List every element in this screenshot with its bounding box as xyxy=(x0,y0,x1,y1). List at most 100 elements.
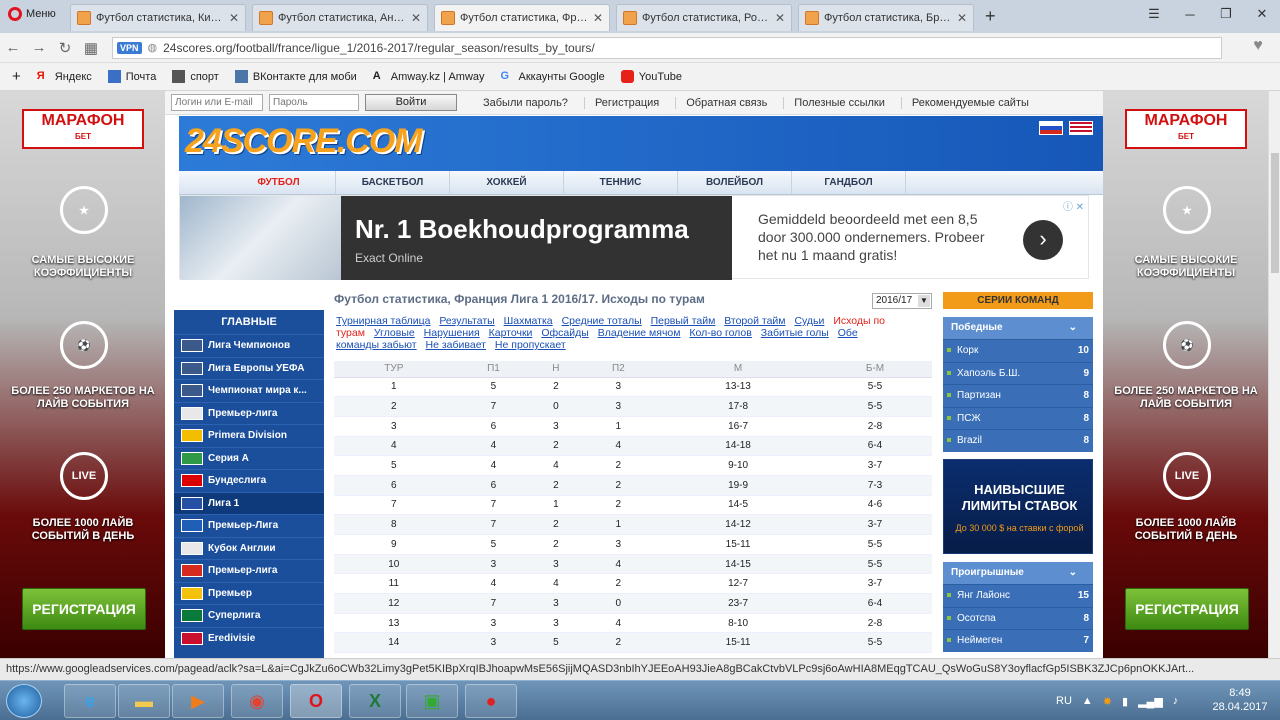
stats-link[interactable]: Не пропускает xyxy=(495,339,566,351)
close-tab-icon[interactable]: ✕ xyxy=(411,11,421,25)
close-tab-icon[interactable]: ✕ xyxy=(957,11,967,25)
team-series-item[interactable]: Партизан 8 xyxy=(943,384,1093,407)
stats-link[interactable]: Нарушения xyxy=(424,327,480,339)
right-side-ad[interactable]: МАРАФОН БЕТ ★ САМЫЕ ВЫСОКИЕ КОЭФФИЦИЕНТЫ … xyxy=(1103,91,1268,658)
browser-tab[interactable]: Футбол статистика, Росси ✕ xyxy=(616,4,792,31)
browser-tab-active[interactable]: Футбол статистика, Франц ✕ xyxy=(434,4,610,31)
team-series-item[interactable]: Янг Лайонс 15 xyxy=(943,584,1093,607)
start-button[interactable] xyxy=(6,684,42,718)
stats-link[interactable]: Забитые голы xyxy=(761,327,829,339)
browser-tab[interactable]: Футбол статистика, Китай ✕ xyxy=(70,4,246,31)
password-input[interactable] xyxy=(269,94,359,111)
new-tab-plus-icon[interactable]: + xyxy=(985,6,996,27)
app-icon[interactable]: ▣ xyxy=(406,684,458,718)
back-arrow-icon[interactable]: ← xyxy=(0,39,26,56)
russian-flag-icon[interactable] xyxy=(1039,121,1063,135)
ie-icon[interactable]: e xyxy=(64,684,116,718)
team-series-item[interactable]: Корк 10 xyxy=(943,339,1093,362)
sport-tab-handball[interactable]: ГАНДБОЛ xyxy=(792,171,906,194)
ad-info-icon[interactable]: ⓘ ✕ xyxy=(1063,198,1084,213)
stats-link[interactable]: Второй тайм xyxy=(724,315,785,327)
column-header[interactable]: П2 xyxy=(578,361,659,378)
league-menu-item[interactable]: Кубок Англии xyxy=(174,536,324,560)
opera-icon[interactable]: O xyxy=(290,684,342,718)
league-menu-item[interactable]: Суперлига xyxy=(174,604,324,627)
stats-link[interactable]: Владение мячом xyxy=(598,327,681,339)
useful-links-link[interactable]: Полезные ссылки xyxy=(783,96,895,109)
display-ad[interactable]: Nr. 1 Boekhoudprogramma Exact Online Gem… xyxy=(179,195,1089,280)
close-tab-icon[interactable]: ✕ xyxy=(775,11,785,25)
season-select[interactable]: 2016/17 ▼ xyxy=(872,293,932,309)
scrollbar-thumb[interactable] xyxy=(1271,153,1279,273)
site-logo[interactable]: 24SCORE.COM xyxy=(185,122,422,161)
close-tab-icon[interactable]: ✕ xyxy=(229,11,239,25)
forgot-password-link[interactable]: Забыли пароль? xyxy=(473,97,578,109)
volume-icon[interactable]: ♪ xyxy=(1173,695,1179,707)
clock[interactable]: 8:49 28.04.2017 xyxy=(1212,686,1268,714)
browser-tab[interactable]: Футбол статистика, Бразі ✕ xyxy=(798,4,974,31)
stats-link[interactable]: Турнирная таблица xyxy=(336,315,430,327)
opera-menu-button[interactable]: Меню xyxy=(0,0,64,27)
register-button[interactable]: РЕГИСТРАЦИЯ xyxy=(22,588,146,630)
page-scrollbar[interactable] xyxy=(1268,91,1280,658)
explorer-folder-icon[interactable]: ▬ xyxy=(118,684,170,718)
league-menu-item[interactable]: Премьер-лига xyxy=(174,559,324,582)
network-icon[interactable]: ▮ xyxy=(1122,695,1128,708)
add-bookmark-plus-icon[interactable]: + xyxy=(12,68,21,85)
league-menu-item[interactable]: Лига 1 xyxy=(174,491,324,514)
browser-tab[interactable]: Футбол статистика, Англи ✕ xyxy=(252,4,428,31)
register-button[interactable]: РЕГИСТРАЦИЯ xyxy=(1125,588,1249,630)
team-series-item[interactable]: Хапоэль Б.Ш. 9 xyxy=(943,361,1093,385)
league-menu-item[interactable]: Чемпионат мира к... xyxy=(174,379,324,402)
stats-link[interactable]: Судьи xyxy=(794,315,824,327)
bookmark-item[interactable]: A Amway.kz | Amway xyxy=(373,70,485,83)
left-side-ad[interactable]: МАРАФОН БЕТ ★ САМЫЕ ВЫСОКИЕ КОЭФФИЦИЕНТЫ … xyxy=(0,91,165,658)
recorder-icon[interactable]: ● xyxy=(465,684,517,718)
signal-icon[interactable]: ▂▄▆ xyxy=(1138,695,1163,708)
antivirus-icon[interactable]: ✸ xyxy=(1103,695,1112,708)
column-header[interactable]: М xyxy=(658,361,818,378)
sport-tab-volleyball[interactable]: ВОЛЕЙБОЛ xyxy=(678,171,792,194)
stats-link[interactable]: Кол-во голов xyxy=(689,327,751,339)
close-tab-icon[interactable]: ✕ xyxy=(593,11,603,25)
vpn-badge[interactable]: VPN xyxy=(117,41,142,54)
sport-tab-football[interactable]: ФУТБОЛ xyxy=(222,171,336,194)
stats-link[interactable]: Результаты xyxy=(439,315,494,327)
league-menu-item[interactable]: Eredivisie xyxy=(174,626,324,650)
column-header[interactable]: ТУР xyxy=(334,361,454,378)
media-player-icon[interactable]: ▶ xyxy=(172,684,224,718)
winning-series-heading[interactable]: Победные ⌄ xyxy=(943,317,1093,339)
url-field[interactable]: VPN ◍ 24scores.org/football/france/ligue… xyxy=(112,36,1222,59)
register-link[interactable]: Регистрация xyxy=(583,96,669,109)
team-series-button[interactable]: СЕРИИ КОМАНД xyxy=(943,292,1093,309)
losing-series-heading[interactable]: Проигрышные ⌄ xyxy=(943,562,1093,584)
column-header[interactable]: Н xyxy=(533,361,579,378)
stats-link[interactable]: Угловые xyxy=(374,327,415,339)
stats-link[interactable]: Офсайды xyxy=(541,327,588,339)
league-menu-item[interactable]: Бундеслига xyxy=(174,469,324,492)
league-menu-item[interactable]: Премьер xyxy=(174,581,324,605)
forward-arrow-icon[interactable]: → xyxy=(26,39,52,56)
sport-tab-tennis[interactable]: ТЕННИС xyxy=(564,171,678,194)
minimize-icon[interactable]: ─ xyxy=(1172,0,1208,28)
betting-limits-ad[interactable]: НАИВЫСШИЕ ЛИМИТЫ СТАВОК До 30 000 $ на с… xyxy=(943,459,1093,554)
stats-link[interactable]: Карточки xyxy=(489,327,533,339)
league-menu-item[interactable]: Премьер-лига xyxy=(174,401,324,425)
language-indicator[interactable]: RU xyxy=(1056,695,1072,707)
bookmark-item[interactable]: Я Яндекс xyxy=(37,70,92,83)
sport-tab-hockey[interactable]: ХОККЕЙ xyxy=(450,171,564,194)
excel-icon[interactable]: X xyxy=(349,684,401,718)
feedback-link[interactable]: Обратная связь xyxy=(675,96,777,109)
login-input[interactable] xyxy=(171,94,263,111)
stats-link[interactable]: Первый тайм xyxy=(651,315,716,327)
speed-dial-grid-icon[interactable]: ▦ xyxy=(78,39,104,57)
tab-menu-icon[interactable]: ☰ xyxy=(1136,0,1172,28)
league-menu-item[interactable]: Лига Чемпионов xyxy=(174,334,324,357)
league-menu-item[interactable]: Премьер-Лига xyxy=(174,514,324,537)
column-header[interactable]: Б-М xyxy=(818,361,932,378)
bookmark-item[interactable]: G Аккаунты Google xyxy=(501,70,605,83)
team-series-item[interactable]: Осотспа 8 xyxy=(943,606,1093,630)
team-series-item[interactable]: ПСЖ 8 xyxy=(943,406,1093,430)
sport-tab-basketball[interactable]: БАСКЕТБОЛ xyxy=(336,171,450,194)
english-flag-icon[interactable] xyxy=(1069,121,1093,135)
